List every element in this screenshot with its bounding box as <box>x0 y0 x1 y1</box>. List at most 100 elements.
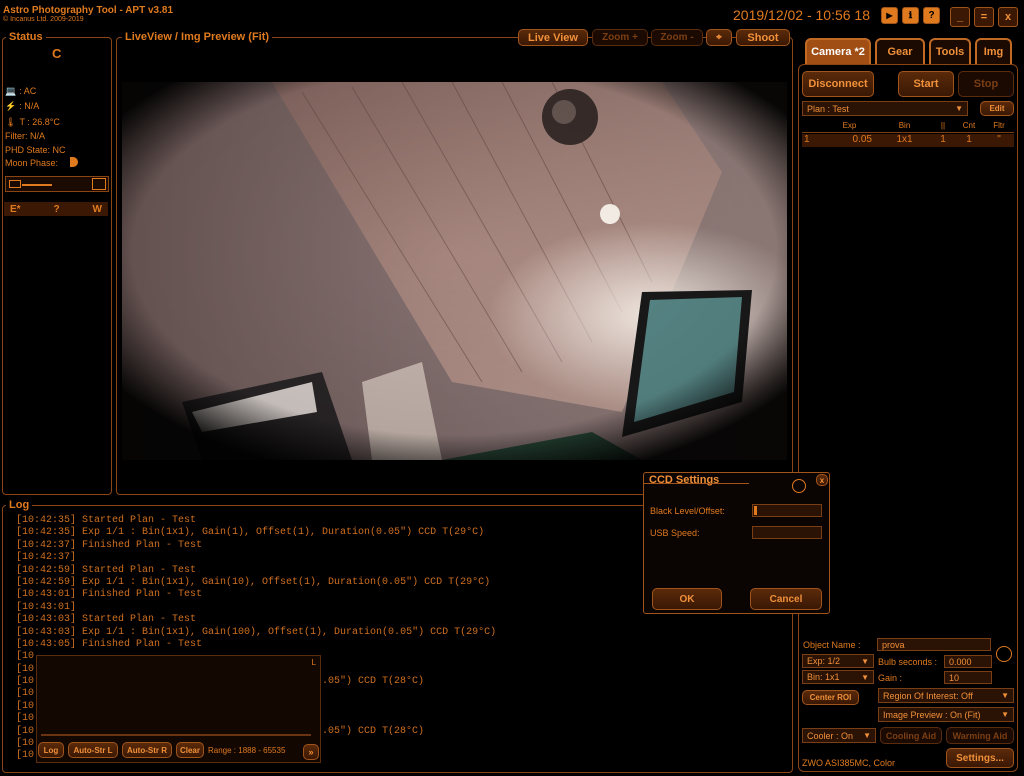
object-name-field[interactable]: prova <box>877 638 991 651</box>
temperature-status: T : 26.8°C <box>19 117 60 127</box>
auto-str-r-button[interactable]: Auto-Str R <box>122 742 172 758</box>
target-icon[interactable] <box>792 479 806 493</box>
log-line: [10:42:37] Finished Plan - Test <box>16 539 203 551</box>
log-line: [10:43:03] Started Plan - Test <box>16 614 197 626</box>
plan-table-header: Exp Bin || Cnt Fltr <box>802 121 1014 133</box>
target-icon[interactable] <box>996 646 1012 662</box>
tab-camera[interactable]: Camera *2 <box>805 38 871 64</box>
bulb-seconds-label: Bulb seconds : <box>878 657 938 667</box>
app-copyright: © Incanus Ltd. 2009-2019 <box>3 16 84 23</box>
table-row[interactable]: 1 0.05 1x1 1 1 " <box>802 134 1014 147</box>
black-level-label: Black Level/Offset: <box>650 506 725 516</box>
log-line: [10:42:59] Exp 1/1 : Bin(1x1), Gain(10),… <box>16 576 491 588</box>
log-line: [10:42:35] Exp 1/1 : Bin(1x1), Gain(1), … <box>16 527 485 539</box>
chevron-down-icon: ▼ <box>1001 691 1009 700</box>
plan-row-cnt: 1 <box>966 134 972 145</box>
plan-row-fltr: " <box>997 134 1001 145</box>
log-line: [10:43:05] Finished Plan - Test <box>16 638 203 650</box>
exp-select[interactable]: Exp: 1/2 ▼ <box>802 654 874 668</box>
plan-select[interactable]: Plan : Test ▼ <box>802 101 968 116</box>
compass-unknown: ? <box>53 203 60 215</box>
black-level-slider[interactable] <box>752 504 822 517</box>
status-title: Status <box>6 31 46 43</box>
bin-select[interactable]: Bin: 1x1 ▼ <box>802 670 874 684</box>
maximize-button[interactable]: = <box>974 7 994 27</box>
power-status: : AC <box>19 86 37 96</box>
plan-row-pause: 1 <box>940 134 946 145</box>
tab-gear[interactable]: Gear <box>875 38 925 64</box>
clear-button[interactable]: Clear <box>176 742 204 758</box>
histogram-corner: L <box>311 658 316 667</box>
histogram-graph <box>41 734 311 736</box>
close-icon[interactable]: x <box>816 474 828 486</box>
cooler-select-value: Cooler : On <box>807 730 854 741</box>
start-button[interactable]: Start <box>898 71 954 97</box>
auto-str-l-button[interactable]: Auto-Str L <box>68 742 118 758</box>
plan-row-index: 1 <box>804 134 810 145</box>
usb-speed-slider[interactable] <box>752 526 822 539</box>
plan-col-cnt: Cnt <box>962 121 976 130</box>
camera-preview-image <box>122 82 787 460</box>
expand-icon[interactable]: » <box>303 744 319 760</box>
roi-select[interactable]: Region Of Interest: Off ▼ <box>878 688 1014 703</box>
link-status: : N/A <box>19 101 40 111</box>
settings-button[interactable]: Settings... <box>946 748 1014 768</box>
stop-button[interactable]: Stop <box>958 71 1014 97</box>
plan-col-pause: || <box>940 121 946 130</box>
compass-west: W <box>92 203 102 215</box>
gain-label: Gain : <box>878 673 903 683</box>
image-preview-select[interactable]: Image Preview : On (Fit) ▼ <box>878 707 1014 722</box>
plan-col-exp: Exp <box>842 121 857 130</box>
log-line: [10:43:03] Exp 1/1 : Bin(1x1), Gain(100)… <box>16 626 497 638</box>
chevron-down-icon: ▼ <box>861 672 869 682</box>
chevron-down-icon: ▼ <box>861 656 869 666</box>
camera-name: ZWO ASI385MC, Color <box>802 758 896 768</box>
bulb-seconds-field[interactable]: 0.000 <box>944 655 992 668</box>
phd-status: PHD State: NC <box>5 145 66 155</box>
chevron-down-icon: ▼ <box>863 731 871 740</box>
disconnect-button[interactable]: Disconnect <box>802 71 874 97</box>
center-roi-button[interactable]: Center ROI <box>802 690 859 705</box>
help-icon[interactable]: ? <box>923 7 940 24</box>
cooling-aid-button[interactable]: Cooling Aid <box>880 727 942 744</box>
plan-row-exp: 0.05 <box>852 134 872 145</box>
link-icon: ⚡ <box>5 101 17 111</box>
close-button[interactable]: x <box>998 7 1018 27</box>
cooler-select[interactable]: Cooler : On ▼ <box>802 728 876 743</box>
compass-bar: E* ? W <box>4 202 108 216</box>
minimize-button[interactable]: _ <box>950 7 970 27</box>
progress-bar <box>5 176 109 192</box>
info-icon[interactable]: ℹ <box>902 7 919 24</box>
thermometer-icon: 🌡 <box>5 117 17 127</box>
ok-button[interactable]: OK <box>652 588 722 610</box>
log-line: [10:42:37] <box>16 552 77 564</box>
exp-select-value: Exp: 1/2 <box>807 656 841 666</box>
live-view-button[interactable]: Live View <box>518 29 588 46</box>
tab-img[interactable]: Img <box>975 38 1012 64</box>
play-icon[interactable]: ▶ <box>881 7 898 24</box>
edit-plan-button[interactable]: Edit <box>980 101 1014 116</box>
log-button[interactable]: Log <box>38 742 64 758</box>
plan-row-bin: 1x1 <box>896 134 913 145</box>
datetime: 2019/12/02 - 10:56 18 <box>733 7 871 23</box>
crosshair-icon[interactable]: ⌖ <box>706 29 732 46</box>
gain-field[interactable]: 10 <box>944 671 992 684</box>
log-title: Log <box>6 499 33 511</box>
shoot-button[interactable]: Shoot <box>736 29 790 46</box>
log-line: .05") CCD T(28°C) <box>322 676 425 687</box>
roi-select-value: Region Of Interest: Off <box>883 690 973 701</box>
zoom-out-button[interactable]: Zoom - <box>651 29 703 46</box>
compass-east: E* <box>10 203 21 215</box>
cancel-button[interactable]: Cancel <box>750 588 822 610</box>
warming-aid-button[interactable]: Warming Aid <box>946 727 1014 744</box>
log-line: [10:42:59] Started Plan - Test <box>16 564 197 576</box>
plan-col-index <box>802 121 822 132</box>
usb-speed-label: USB Speed: <box>650 528 700 538</box>
log-line: .05") CCD T(28°C) <box>322 726 425 737</box>
filter-status: Filter: N/A <box>5 131 46 141</box>
zoom-in-button[interactable]: Zoom + <box>592 29 648 46</box>
tab-tools[interactable]: Tools <box>929 38 971 64</box>
liveview-title: LiveView / Img Preview (Fit) <box>122 31 273 43</box>
fisheye-photo <box>122 82 787 460</box>
app-title: Astro Photography Tool - APT v3.81 <box>3 5 174 16</box>
